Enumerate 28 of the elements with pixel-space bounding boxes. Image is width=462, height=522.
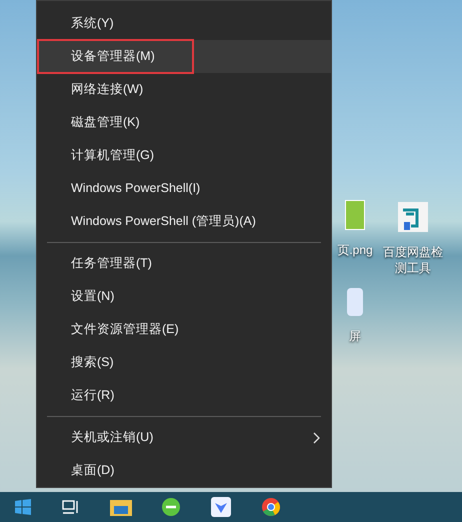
menu-item[interactable]: 系统(Y)	[37, 7, 331, 40]
menu-item[interactable]: 磁盘管理(K)	[37, 106, 331, 139]
file-icon	[347, 288, 363, 316]
image-file-icon	[345, 200, 365, 230]
menu-item[interactable]: 搜索(S)	[37, 346, 331, 379]
menu-item[interactable]: 网络连接(W)	[37, 73, 331, 106]
menu-item[interactable]: 桌面(D)	[37, 454, 331, 487]
menu-item[interactable]: 关机或注销(U)	[37, 421, 331, 454]
menu-item[interactable]: 任务管理器(T)	[37, 247, 331, 280]
icon-label: 测工具	[395, 260, 431, 276]
menu-item[interactable]: Windows PowerShell (管理员)(A)	[37, 205, 331, 238]
icon-label: 屏	[349, 328, 361, 344]
app-icon[interactable]	[211, 497, 231, 517]
task-view-icon[interactable]	[62, 500, 80, 514]
app-icon	[398, 202, 428, 232]
chevron-right-icon	[313, 432, 321, 444]
windows-logo-icon[interactable]	[15, 499, 31, 515]
menu-item[interactable]: 设置(N)	[37, 280, 331, 313]
menu-item[interactable]: 运行(R)	[37, 379, 331, 412]
menu-item[interactable]: Windows PowerShell(I)	[37, 172, 331, 205]
menu-item[interactable]: 文件资源管理器(E)	[37, 313, 331, 346]
icon-label: 页.png	[337, 242, 373, 258]
menu-item[interactable]: 计算机管理(G)	[37, 139, 331, 172]
round-app-icon[interactable]	[161, 497, 181, 517]
icon-label: 百度网盘检	[383, 244, 443, 260]
folder-icon[interactable]	[110, 498, 132, 516]
menu-item[interactable]: 设备管理器(M)	[37, 40, 331, 73]
browser-icon[interactable]	[261, 497, 281, 517]
